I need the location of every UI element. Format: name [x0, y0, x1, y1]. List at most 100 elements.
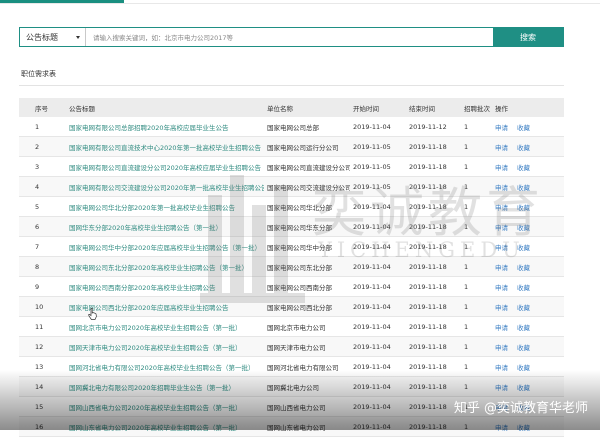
cell-batch: 1 — [464, 122, 469, 131]
cell-title[interactable]: 国网山东省电力公司2020年高校毕业生招聘公告（第一批） — [66, 422, 264, 432]
cell-no: 14 — [35, 382, 44, 391]
cell-title[interactable]: 国网冀北电力有限公司2020年招聘毕业生公告（第一批） — [66, 382, 264, 392]
table-row: 13 国网河北省电力有限公司2020年高校毕业生招聘公告（第一批） 国网河北省电力有… — [19, 357, 564, 377]
header-end: 结束时间 — [409, 104, 435, 113]
cell-end: 2019-11-18 — [409, 342, 447, 351]
cell-batch: 1 — [464, 322, 469, 331]
cell-unit: 国网北京市电力公司 — [267, 323, 326, 332]
top-divider — [0, 3, 600, 4]
cell-end: 2019-11-12 — [409, 122, 447, 131]
table-row: 2 国家电网有限公司直流技术中心2020年第一批高校毕业生招聘公告 国家电网公司运行… — [19, 137, 564, 157]
cell-no: 16 — [35, 422, 44, 431]
collect-link[interactable]: 收藏 — [517, 282, 530, 292]
cell-unit: 国网河北省电力有限公司 — [267, 363, 339, 372]
cell-ops: 申请 收藏 — [492, 302, 564, 312]
collect-link[interactable]: 收藏 — [517, 262, 530, 272]
apply-link[interactable]: 申请 — [495, 342, 508, 352]
cell-batch: 1 — [464, 342, 469, 351]
cell-title[interactable]: 国家电网有限公司直流技术中心2020年第一批高校毕业生招聘公告 — [66, 142, 264, 152]
cell-title[interactable]: 国网山西省电力公司2020年高校毕业生招聘公告（第一批） — [66, 402, 264, 412]
cell-no: 10 — [35, 302, 44, 311]
collect-link[interactable]: 收藏 — [517, 142, 530, 152]
cell-start: 2019-11-04 — [353, 302, 391, 311]
cell-ops: 申请 收藏 — [492, 262, 564, 272]
cell-ops: 申请 收藏 — [492, 422, 564, 432]
cell-title[interactable]: 国网河北省电力有限公司2020年高校毕业生招聘公告（第一批） — [66, 362, 264, 372]
hand-cursor-icon — [88, 308, 97, 320]
apply-link[interactable]: 申请 — [495, 122, 508, 132]
cell-batch: 1 — [464, 142, 469, 151]
search-input[interactable]: 请输入搜索关键词，如：北京市电力公司2017等 — [86, 28, 493, 46]
table-row: 14 国网冀北电力有限公司2020年招聘毕业生公告（第一批） 国网冀北电力公司 201… — [19, 377, 564, 397]
watermark-text: 奕诚教育 — [312, 181, 544, 244]
author-credit: 知乎 @奕诚教育华老师 — [453, 401, 588, 416]
header-no: 序号 — [35, 104, 48, 113]
cell-no: 9 — [35, 282, 40, 291]
cell-ops: 申请 收藏 — [492, 382, 564, 392]
cell-no: 11 — [35, 322, 44, 331]
cell-title[interactable]: 国网天津市电力公司2020年高校毕业生招聘公告（第一批） — [66, 342, 264, 352]
cell-batch: 1 — [464, 282, 469, 291]
cell-end: 2019-11-18 — [409, 142, 447, 151]
collect-link[interactable]: 收藏 — [517, 322, 530, 332]
apply-link[interactable]: 申请 — [495, 422, 508, 432]
watermark-subtext: YICHENGEDU — [318, 238, 525, 262]
cell-start: 2019-11-04 — [353, 402, 391, 411]
search-type-label: 公告标题 — [26, 32, 58, 42]
apply-link[interactable]: 申请 — [495, 362, 508, 372]
cell-end: 2019-11-18 — [409, 402, 447, 411]
cell-unit: 国网冀北电力公司 — [267, 383, 319, 392]
cell-batch: 1 — [464, 262, 469, 271]
cell-end: 2019-11-18 — [409, 362, 447, 371]
cell-no: 1 — [35, 122, 40, 131]
cell-end: 2019-11-18 — [409, 262, 447, 271]
cell-start: 2019-11-04 — [353, 322, 391, 331]
apply-link[interactable]: 申请 — [495, 322, 508, 332]
search-type-select[interactable]: 公告标题 — [20, 28, 86, 46]
cell-end: 2019-11-18 — [409, 282, 447, 291]
collect-link[interactable]: 收藏 — [517, 382, 530, 392]
section-divider — [19, 85, 564, 86]
table-row: 11 国网北京市电力公司2020年高校毕业生招聘公告（第一批） 国网北京市电力公司 2… — [19, 317, 564, 337]
cell-unit: 国家电网公司总部 — [267, 123, 319, 132]
header-batch: 招聘批次 — [464, 104, 490, 113]
cell-title[interactable]: 国家电网有限公司总部招聘2020年高校应届毕业生公告 — [66, 122, 264, 132]
collect-link[interactable]: 收藏 — [517, 302, 530, 312]
collect-link[interactable]: 收藏 — [517, 362, 530, 372]
apply-link[interactable]: 申请 — [495, 262, 508, 272]
cell-no: 2 — [35, 142, 40, 151]
cell-batch: 1 — [464, 362, 469, 371]
cell-start: 2019-11-04 — [353, 282, 391, 291]
apply-link[interactable]: 申请 — [495, 282, 508, 292]
apply-link[interactable]: 申请 — [495, 302, 508, 312]
cell-no: 7 — [35, 242, 40, 251]
cell-start: 2019-11-04 — [353, 122, 391, 131]
cell-no: 12 — [35, 342, 44, 351]
cell-start: 2019-11-04 — [353, 362, 391, 371]
search-button[interactable]: 搜索 — [493, 28, 563, 46]
cell-end: 2019-11-18 — [409, 322, 447, 331]
header-title: 公告标题 — [69, 104, 95, 113]
chevron-down-icon — [76, 35, 80, 39]
collect-link[interactable]: 收藏 — [517, 422, 530, 432]
cell-end: 2019-11-18 — [409, 382, 447, 391]
cell-start: 2019-11-04 — [353, 422, 391, 431]
apply-link[interactable]: 申请 — [495, 382, 508, 392]
watermark-building-icon — [200, 175, 305, 303]
cell-ops: 申请 收藏 — [492, 142, 564, 152]
cell-end: 2019-11-18 — [409, 302, 447, 311]
cell-no: 4 — [35, 182, 40, 191]
collect-link[interactable]: 收藏 — [517, 342, 530, 352]
header-unit: 单位名称 — [267, 104, 293, 113]
section-title: 职位需求表 — [21, 70, 56, 78]
cell-unit: 国网天津市电力公司 — [267, 343, 326, 352]
cell-batch: 1 — [464, 302, 469, 311]
cell-batch: 1 — [464, 382, 469, 391]
apply-link[interactable]: 申请 — [495, 142, 508, 152]
cell-no: 15 — [35, 402, 44, 411]
cell-title[interactable]: 国网北京市电力公司2020年高校毕业生招聘公告（第一批） — [66, 322, 264, 332]
header-start: 开始时间 — [353, 104, 379, 113]
cell-no: 13 — [35, 362, 44, 371]
collect-link[interactable]: 收藏 — [517, 122, 530, 132]
table-row: 12 国网天津市电力公司2020年高校毕业生招聘公告（第一批） 国网天津市电力公司 2… — [19, 337, 564, 357]
